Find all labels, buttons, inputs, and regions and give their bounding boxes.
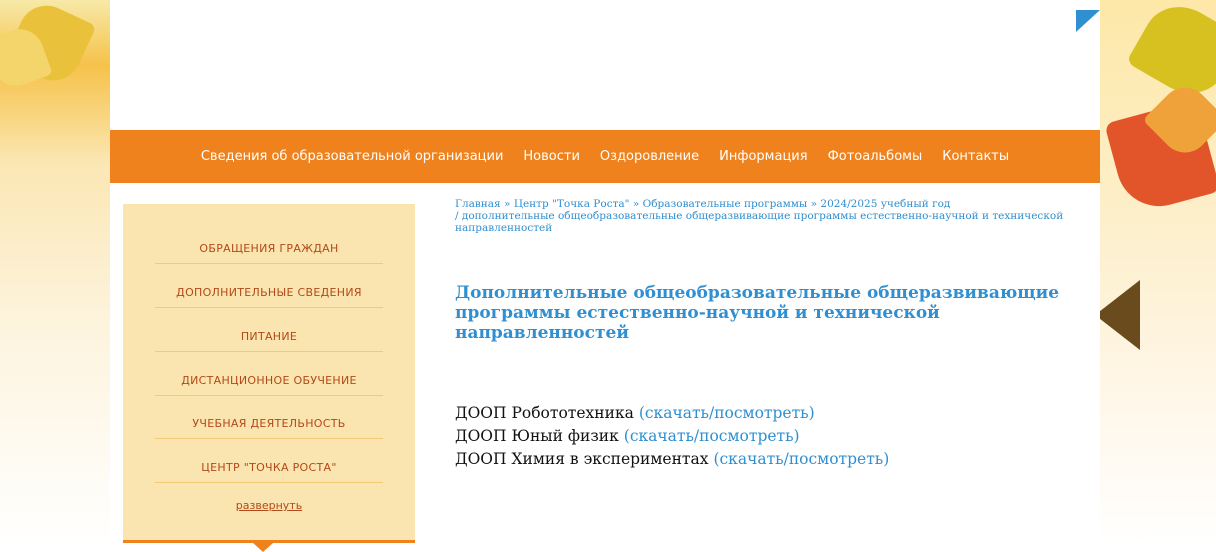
breadcrumb-school-year[interactable]: 2024/2025 учебный год	[820, 198, 950, 210]
list-item: ДООП Робототехника (скачать/посмотреть)	[455, 402, 1095, 425]
sidebar-item-growth-point-center[interactable]: ЦЕНТР "ТОЧКА РОСТА"	[155, 461, 383, 483]
list-item: ДООП Химия в экспериментах (скачать/посм…	[455, 448, 1095, 471]
sidebar-item-nutrition[interactable]: ПИТАНИЕ	[155, 330, 383, 352]
autumn-leaves-decoration-left	[0, 0, 110, 545]
leaf-decoration	[1100, 280, 1140, 350]
nav-item-about-organization[interactable]: Сведения об образовательной организации	[191, 149, 514, 164]
sidebar-item-citizen-appeals[interactable]: ОБРАЩЕНИЯ ГРАЖДАН	[155, 242, 383, 264]
sidebar-item-distance-learning[interactable]: ДИСТАНЦИОННОЕ ОБУЧЕНИЕ	[155, 374, 383, 396]
download-link[interactable]: (скачать/посмотреть)	[713, 450, 889, 468]
breadcrumb-educational-programs[interactable]: Образовательные программы	[643, 198, 808, 210]
sidebar-item-educational-activity[interactable]: УЧЕБНАЯ ДЕЯТЕЛЬНОСТЬ	[155, 417, 383, 439]
nav-item-photo-albums[interactable]: Фотоальбомы	[818, 149, 933, 164]
expand-link[interactable]: развернуть	[123, 499, 415, 512]
sidebar-menu: ОБРАЩЕНИЯ ГРАЖДАН ДОПОЛНИТЕЛЬНЫЕ СВЕДЕНИ…	[123, 204, 415, 552]
breadcrumb: Главная » Центр "Точка Роста" » Образова…	[455, 198, 1085, 234]
breadcrumb-separator: »	[632, 198, 640, 210]
nav-item-contacts[interactable]: Контакты	[932, 149, 1019, 164]
page-title: Дополнительные общеобразовательные общер…	[455, 283, 1060, 343]
nav-item-information[interactable]: Информация	[709, 149, 817, 164]
document-name: ДООП Химия в экспериментах	[455, 450, 709, 468]
main-navigation: Сведения об образовательной организации …	[110, 130, 1100, 183]
nav-item-health[interactable]: Оздоровление	[590, 149, 709, 164]
sidebar-item-additional-info[interactable]: ДОПОЛНИТЕЛЬНЫЕ СВЕДЕНИЯ	[155, 286, 383, 308]
autumn-leaves-decoration-right	[1100, 0, 1216, 545]
breadcrumb-separator: »	[504, 198, 511, 210]
breadcrumb-current: дополнительные общеобразовательные общер…	[455, 210, 1064, 234]
download-link[interactable]: (скачать/посмотреть)	[624, 427, 800, 445]
list-item: ДООП Юный физик (скачать/посмотреть)	[455, 425, 1095, 448]
corner-decoration	[1076, 10, 1100, 32]
document-name: ДООП Робототехника	[455, 404, 634, 422]
breadcrumb-home[interactable]: Главная	[455, 198, 501, 210]
document-list: ДООП Робототехника (скачать/посмотреть) …	[455, 402, 1095, 471]
pointer-arrow-icon	[253, 543, 273, 552]
breadcrumb-current-prefix: /	[455, 210, 459, 222]
breadcrumb-growth-point[interactable]: Центр "Точка Роста"	[514, 198, 630, 210]
breadcrumb-separator: »	[810, 198, 818, 210]
document-name: ДООП Юный физик	[455, 427, 619, 445]
download-link[interactable]: (скачать/посмотреть)	[639, 404, 815, 422]
nav-item-news[interactable]: Новости	[513, 149, 590, 164]
